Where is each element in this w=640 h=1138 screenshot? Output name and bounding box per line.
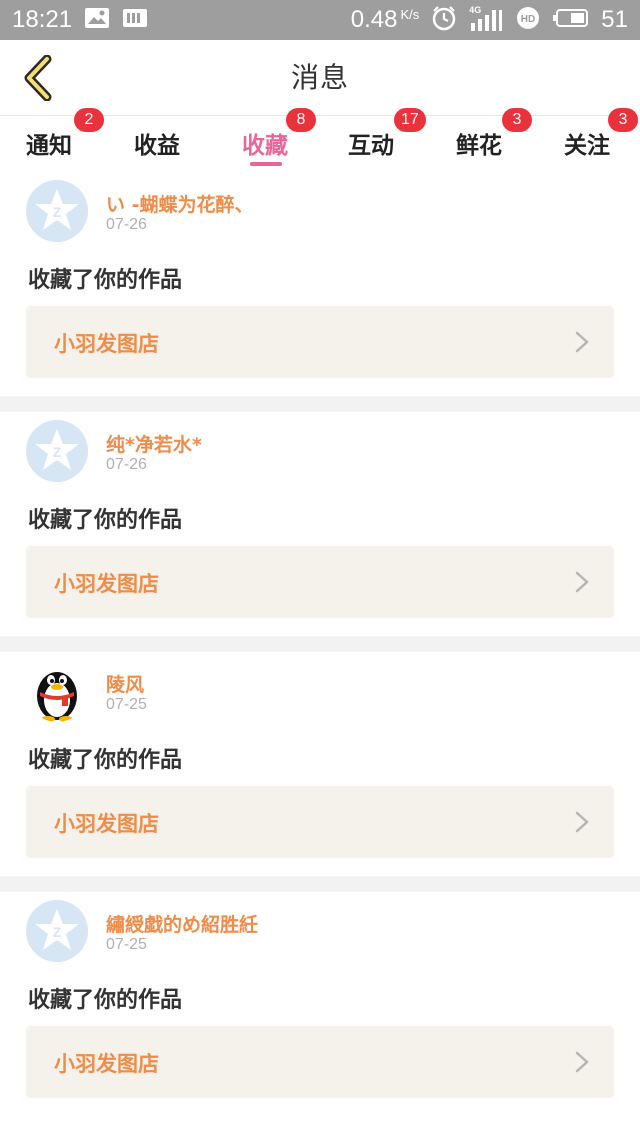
tab-badge: 3 [608,108,638,132]
page-title: 消息 [290,61,349,94]
network-speed-unit: K/s [400,7,420,22]
username[interactable]: い -蝴蝶为花醉、 [106,190,254,217]
work-title: 小羽发图店 [54,812,159,836]
tab-badge: 2 [74,108,104,132]
post-date: 07-26 [106,216,147,233]
svg-text:Z: Z [53,444,62,460]
alarm-icon [431,5,457,35]
work-title: 小羽发图店 [54,1052,159,1076]
tab-label: 通知 [26,133,72,159]
post-date: 07-25 [106,936,147,953]
tab-badge: 3 [502,108,532,132]
sim-card-icon [122,7,148,33]
chevron-right-icon [575,811,589,833]
status-bar-left: 18:21 [12,6,148,34]
chevron-right-icon [575,331,589,353]
default-avatar-icon[interactable]: Z [26,420,88,482]
work-link[interactable]: 小羽发图店 [26,1026,614,1098]
tab-bar: 通知 2 收益 收藏 8 互动 17 鲜花 3 关注 3 [0,108,640,172]
work-link[interactable]: 小羽发图店 [26,306,614,378]
default-avatar-icon[interactable]: Z [26,180,88,242]
tab-label: 收益 [134,133,180,159]
work-title: 小羽发图店 [54,572,159,596]
app-header: 消息 [0,40,640,116]
username[interactable]: 纯*净若水* [106,430,202,457]
work-link[interactable]: 小羽发图店 [26,546,614,618]
message-card: Z い -蝴蝶为花醉、 07-26 收藏了你的作品 小羽发图店 [0,172,640,396]
signal-icon: 4G [469,5,503,33]
chevron-right-icon [575,571,589,593]
penguin-avatar-icon[interactable] [26,660,88,722]
tab-badge: 8 [286,108,316,132]
message-card: Z 繡綬戱的め紹胜紝 07-25 收藏了你的作品 小羽发图店 [0,892,640,1116]
action-text: 收藏了你的作品 [28,508,183,533]
tab-label: 鲜花 [456,133,502,159]
post-date: 07-25 [106,696,147,713]
status-time: 18:21 [12,6,73,33]
tab-badge: 17 [394,108,426,132]
tab-label: 关注 [564,133,610,159]
card-separator [0,396,640,412]
message-card: Z 纯*净若水* 07-26 收藏了你的作品 小羽发图店 [0,412,640,636]
username[interactable]: 陵风 [106,670,144,697]
message-card: 陵风 07-25 收藏了你的作品 小羽发图店 [0,652,640,876]
work-title: 小羽发图店 [54,332,159,356]
status-bar: 18:21 0.48 K/s 4G HD 51 [0,0,640,40]
action-text: 收藏了你的作品 [28,988,183,1013]
action-text: 收藏了你的作品 [28,268,183,293]
tab-label: 互动 [348,133,394,159]
message-feed: Z い -蝴蝶为花醉、 07-26 收藏了你的作品 小羽发图店 Z 纯*净若水*… [0,172,640,1116]
card-separator [0,876,640,892]
hd-icon: HD [515,5,541,35]
default-avatar-icon[interactable]: Z [26,900,88,962]
battery-icon [553,8,589,32]
battery-level: 51 [601,6,628,33]
status-bar-right: 0.48 K/s 4G HD 51 [351,5,628,35]
image-icon [84,7,110,33]
svg-text:HD: HD [521,14,535,25]
svg-text:Z: Z [53,204,62,220]
svg-text:Z: Z [53,924,62,940]
action-text: 收藏了你的作品 [28,748,183,773]
active-tab-indicator [250,162,282,166]
network-speed: 0.48 K/s [351,6,420,34]
network-speed-value: 0.48 [350,6,398,33]
work-link[interactable]: 小羽发图店 [26,786,614,858]
username[interactable]: 繡綬戱的め紹胜紝 [106,910,258,937]
card-separator [0,636,640,652]
tab-label: 收藏 [242,133,288,159]
post-date: 07-26 [106,456,147,473]
chevron-right-icon [575,1051,589,1073]
